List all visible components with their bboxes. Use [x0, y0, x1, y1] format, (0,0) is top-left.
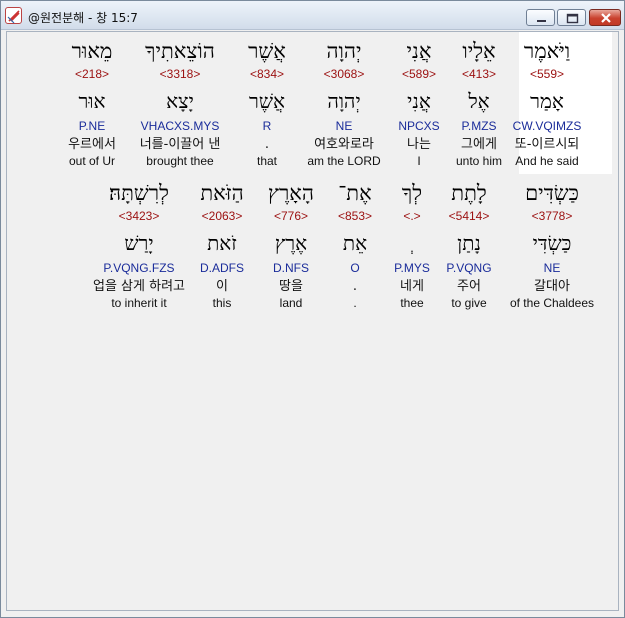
- morphology-code: P.VQNG.FZS: [103, 261, 175, 275]
- minimize-button[interactable]: [526, 9, 555, 26]
- strong-number[interactable]: <218>: [37, 66, 147, 82]
- interlinear-panel[interactable]: וַיֹּאמֶר <559> אָמַר CW.VQIMZS 또-이르시되 And he…: [6, 31, 619, 611]
- english-gloss: to inherit it: [111, 296, 167, 310]
- strong-number[interactable]: <3423>: [84, 208, 194, 224]
- korean-gloss: 우르에서: [68, 137, 116, 152]
- korean-gloss: 업을 삼게 하려고: [93, 279, 185, 294]
- window-title: @원전분해 - 창 15:7: [28, 11, 138, 25]
- close-button[interactable]: [589, 9, 621, 26]
- status-bar: [6, 612, 619, 617]
- maximize-button[interactable]: [557, 9, 586, 26]
- bible-app-icon[interactable]: [5, 7, 22, 24]
- hebrew-lemma: אוּר: [78, 89, 106, 113]
- hebrew-word: לְרִשְׁתָּהּ׃: [109, 181, 169, 205]
- english-gloss: out of Ur: [68, 154, 116, 168]
- title-bar[interactable]: @원전분해 - 창 15:7: [1, 1, 624, 30]
- app-window: @원전분해 - 창 15:7 וַיֹּאמֶר <559> אָמַר CW.VQI…: [0, 0, 625, 618]
- morphology-code: P.NE: [78, 119, 106, 133]
- hebrew-word: מֵאוּר: [71, 39, 113, 63]
- hebrew-lemma: יָרַשׁ: [124, 231, 154, 255]
